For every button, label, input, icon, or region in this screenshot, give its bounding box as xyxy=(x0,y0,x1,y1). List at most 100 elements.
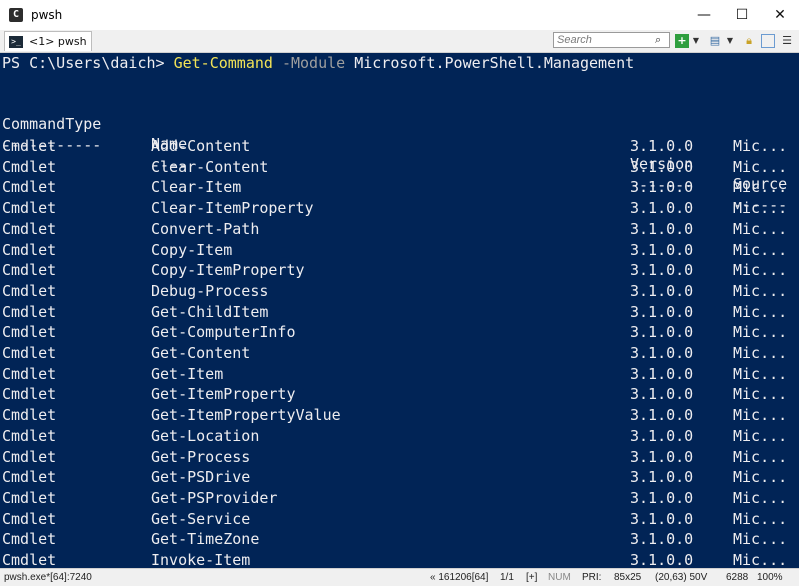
lock-icon[interactable]: 🔒︎ xyxy=(742,34,756,48)
new-console-icon[interactable]: + xyxy=(675,34,689,48)
terminal-icon: >_ xyxy=(9,35,23,48)
cell-version: 3.1.0.0 xyxy=(630,406,694,425)
minimize-button[interactable]: — xyxy=(685,0,723,30)
status-pid[interactable]: 6288 xyxy=(726,572,748,583)
search-box: ⌕ xyxy=(553,32,670,48)
table-separator: ----------- ---- ------- ------ xyxy=(2,115,799,214)
status-console-index[interactable]: 1/1 xyxy=(500,572,514,583)
cell-name: Copy-ItemProperty xyxy=(151,261,305,280)
table-row: Cmdlet Get-ComputerInfo 3.1.0.0 Mic... xyxy=(2,322,799,342)
cell-source: Mic... xyxy=(733,447,788,466)
table-row: Cmdlet Get-Content 3.1.0.0 Mic... xyxy=(2,343,799,363)
search-icon[interactable]: ⌕ xyxy=(655,33,661,47)
cell-source: Mic... xyxy=(733,199,788,218)
cell-name: Convert-Path xyxy=(151,219,260,238)
conemu-icon[interactable]: C xyxy=(9,8,23,22)
prompt-line: PS C:\Users\daich> Get-Command -Module M… xyxy=(2,53,634,73)
cell-name: Get-ChildItem xyxy=(151,302,269,321)
search-input[interactable] xyxy=(554,33,653,47)
new-console-dropdown-icon[interactable]: ▼ xyxy=(692,34,700,48)
panel-icon[interactable] xyxy=(761,34,775,48)
tab-label: <1> pwsh xyxy=(29,35,87,48)
parameter-value: Microsoft.PowerShell.Management xyxy=(354,54,635,72)
status-priority[interactable]: PRI: xyxy=(582,572,601,583)
cell-name: Get-Location xyxy=(151,426,260,445)
cell-name: Get-ItemProperty xyxy=(151,385,296,404)
table-row: Cmdlet Copy-ItemProperty 3.1.0.0 Mic... xyxy=(2,260,799,280)
cell-commandtype: Cmdlet xyxy=(2,530,57,549)
cell-commandtype: Cmdlet xyxy=(2,199,57,218)
table-row: Cmdlet Get-PSDrive 3.1.0.0 Mic... xyxy=(2,467,799,487)
status-cursor[interactable]: (20,63) 50V xyxy=(655,572,707,583)
maximize-button[interactable]: ☐ xyxy=(723,0,761,30)
cell-commandtype: Cmdlet xyxy=(2,468,57,487)
cell-name: Clear-ItemProperty xyxy=(151,199,314,218)
cell-source: Mic... xyxy=(733,488,788,507)
cell-commandtype: Cmdlet xyxy=(2,447,57,466)
cell-name: Get-ItemPropertyValue xyxy=(151,406,341,425)
cell-commandtype: Cmdlet xyxy=(2,302,57,321)
cell-version: 3.1.0.0 xyxy=(630,488,694,507)
status-pid-info[interactable]: « 161206[64] xyxy=(430,572,488,583)
cell-version: 3.1.0.0 xyxy=(630,219,694,238)
cell-commandtype: Cmdlet xyxy=(2,157,57,176)
cell-commandtype: Cmdlet xyxy=(2,551,57,568)
cell-commandtype: Cmdlet xyxy=(2,426,57,445)
status-insert-mode[interactable]: [+] xyxy=(526,572,537,583)
cell-source: Mic... xyxy=(733,219,788,238)
cell-version: 3.1.0.0 xyxy=(630,447,694,466)
table-row: Cmdlet Get-Service 3.1.0.0 Mic... xyxy=(2,509,799,529)
cell-commandtype: Cmdlet xyxy=(2,261,57,280)
table-header: CommandType Name Version Source xyxy=(2,94,799,193)
cell-commandtype: Cmdlet xyxy=(2,344,57,362)
cell-commandtype: Cmdlet xyxy=(2,281,57,300)
status-zoom[interactable]: 100% xyxy=(757,572,783,583)
cell-name: Get-ComputerInfo xyxy=(151,323,296,342)
cell-commandtype: Cmdlet xyxy=(2,406,57,425)
cell-name: Get-Content xyxy=(151,344,251,362)
table-row: Cmdlet Clear-Content 3.1.0.0 Mic... xyxy=(2,157,799,177)
cell-commandtype: Cmdlet xyxy=(2,488,57,507)
console-output[interactable]: PS C:\Users\daich> Get-Command -Module M… xyxy=(0,53,799,568)
cell-version: 3.1.0.0 xyxy=(630,178,694,197)
tab-pwsh[interactable]: >_ <1> pwsh xyxy=(4,31,92,51)
toolbar: >_ <1> pwsh ⌕ + ▼ ▤ ▼ 🔒︎ ☰ xyxy=(0,30,799,53)
cell-version: 3.1.0.0 xyxy=(630,240,694,259)
cell-version: 3.1.0.0 xyxy=(630,530,694,549)
cell-source: Mic... xyxy=(733,406,788,425)
status-num-lock[interactable]: NUM xyxy=(548,572,571,583)
cell-commandtype: Cmdlet xyxy=(2,509,57,528)
table-row: Cmdlet Get-TimeZone 3.1.0.0 Mic... xyxy=(2,529,799,549)
menu-icon[interactable]: ☰ xyxy=(780,34,794,48)
cell-name: Get-PSDrive xyxy=(151,468,251,487)
cell-source: Mic... xyxy=(733,364,788,383)
cell-version: 3.1.0.0 xyxy=(630,551,694,568)
table-row: Cmdlet Clear-ItemProperty 3.1.0.0 Mic... xyxy=(2,198,799,218)
cell-source: Mic... xyxy=(733,261,788,280)
table-row: Cmdlet Add-Content 3.1.0.0 Mic... xyxy=(2,136,799,156)
cell-version: 3.1.0.0 xyxy=(630,323,694,342)
cell-source: Mic... xyxy=(733,137,788,155)
cell-source: Mic... xyxy=(733,281,788,300)
cell-name: Clear-Item xyxy=(151,178,242,197)
status-buffer-size[interactable]: 85x25 xyxy=(614,572,641,583)
cell-commandtype: Cmdlet xyxy=(2,385,57,404)
cell-name: Get-PSProvider xyxy=(151,488,278,507)
prompt: PS C:\Users\daich> xyxy=(2,54,174,72)
cell-version: 3.1.0.0 xyxy=(630,137,694,155)
layout-icon[interactable]: ▤ xyxy=(708,34,722,48)
cell-name: Get-Item xyxy=(151,364,224,383)
layout-dropdown-icon[interactable]: ▼ xyxy=(726,34,734,48)
cell-version: 3.1.0.0 xyxy=(630,261,694,280)
cell-name: Debug-Process xyxy=(151,281,269,300)
cell-source: Mic... xyxy=(733,302,788,321)
status-bar: pwsh.exe*[64]:7240 « 161206[64] 1/1 [+] … xyxy=(0,568,799,586)
cell-source: Mic... xyxy=(733,240,788,259)
cell-commandtype: Cmdlet xyxy=(2,323,57,342)
status-process[interactable]: pwsh.exe*[64]:7240 xyxy=(4,572,92,583)
table-row: Cmdlet Debug-Process 3.1.0.0 Mic... xyxy=(2,281,799,301)
close-button[interactable]: ✕ xyxy=(761,0,799,30)
table-row: Cmdlet Get-Item 3.1.0.0 Mic... xyxy=(2,364,799,384)
table-row: Cmdlet Clear-Item 3.1.0.0 Mic... xyxy=(2,177,799,197)
table-row: Cmdlet Convert-Path 3.1.0.0 Mic... xyxy=(2,219,799,239)
